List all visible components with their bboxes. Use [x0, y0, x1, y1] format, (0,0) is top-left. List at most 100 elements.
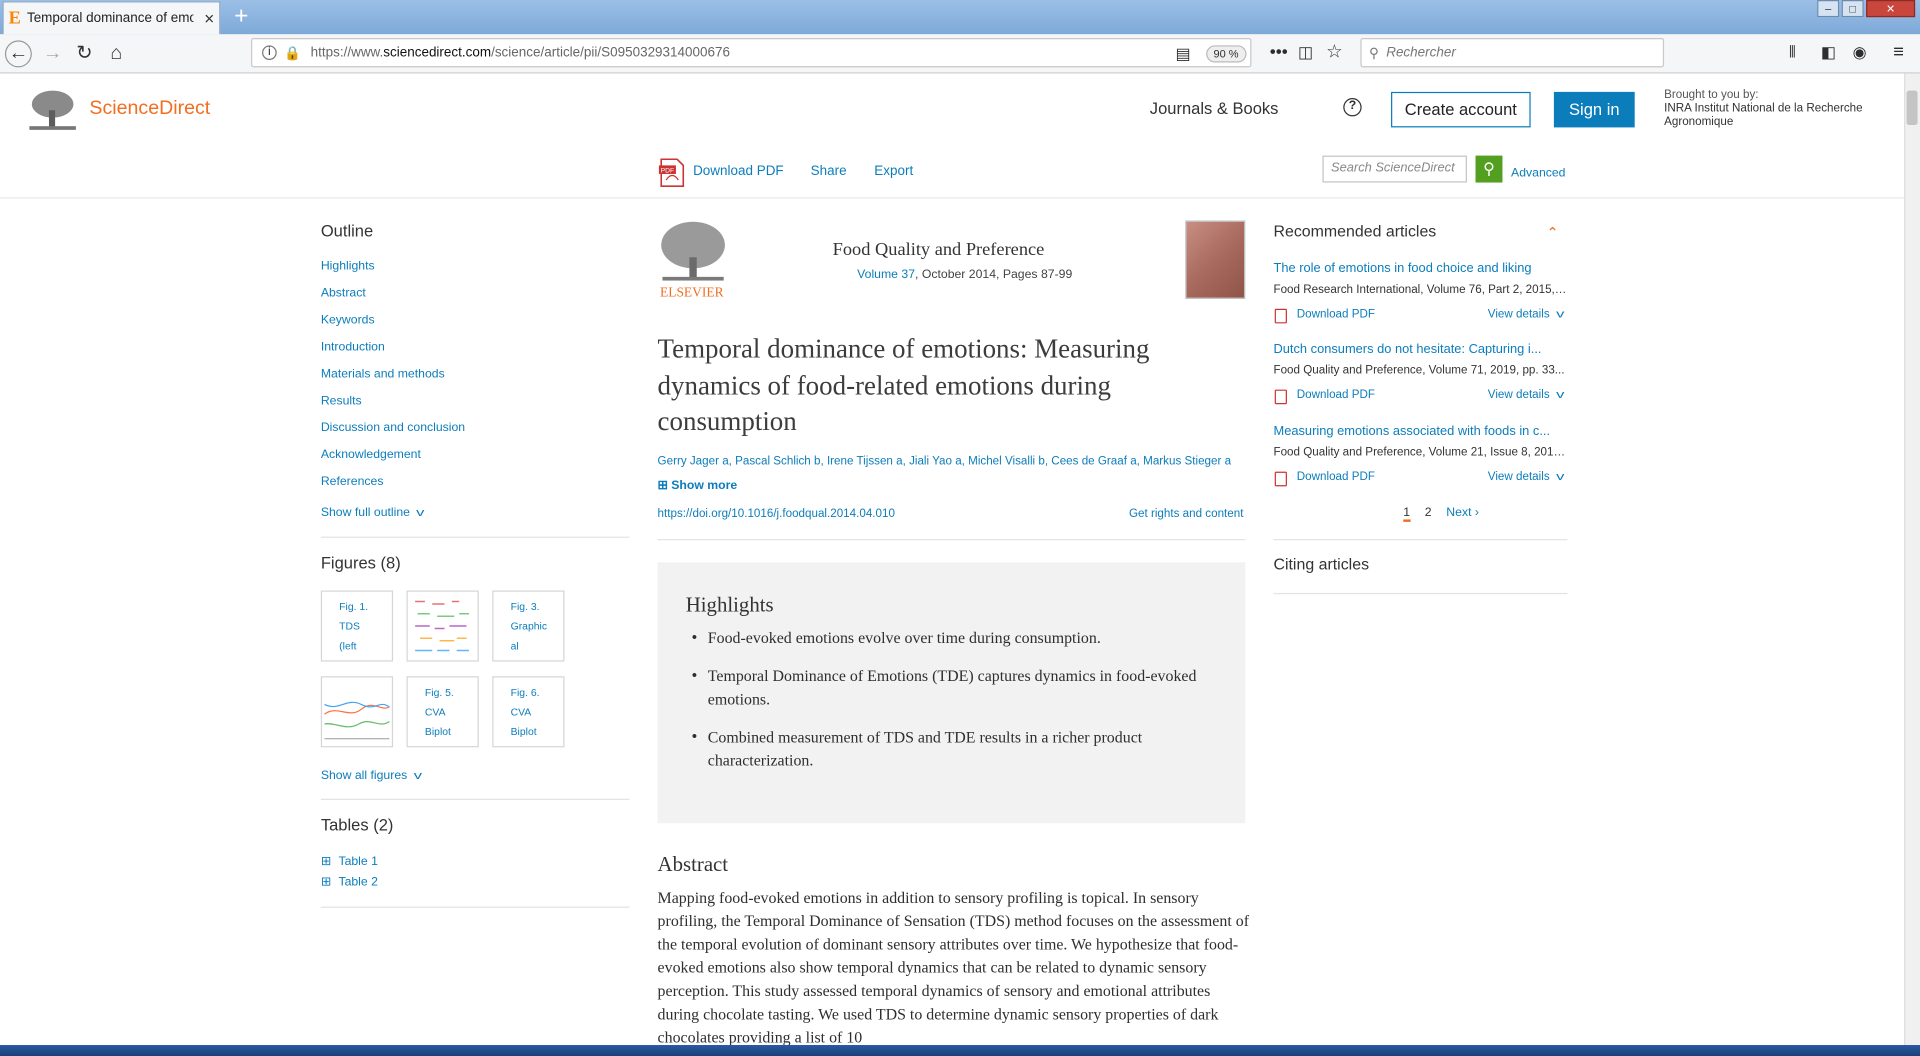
recommended-article-title[interactable]: Measuring emotions associated with foods…: [1273, 424, 1564, 439]
minimize-icon[interactable]: –: [1817, 0, 1840, 18]
next-page-link[interactable]: Next ›: [1446, 506, 1479, 522]
os-taskbar: [0, 1045, 1920, 1056]
export-link[interactable]: Export: [874, 164, 913, 179]
svg-text:PDF: PDF: [661, 168, 674, 175]
view-details-link[interactable]: View details v: [1488, 388, 1564, 401]
reload-icon[interactable]: ↻: [71, 40, 98, 67]
bookmark-star-icon[interactable]: ☆: [1326, 40, 1342, 63]
outline-item-references[interactable]: References: [321, 475, 384, 488]
outline-item-methods[interactable]: Materials and methods: [321, 368, 445, 381]
author-list[interactable]: Gerry Jager a, Pascal Schlich b, Irene T…: [658, 455, 1232, 468]
sciencedirect-brand[interactable]: ScienceDirect: [89, 98, 210, 120]
scrollbar-thumb[interactable]: [1906, 90, 1918, 125]
figure-4-preview: [324, 701, 390, 740]
pdf-icon: [1274, 389, 1287, 405]
citing-articles-heading[interactable]: Citing articles: [1273, 555, 1369, 573]
table-link-1[interactable]: ⊞ Table 1: [321, 855, 378, 868]
recommended-article-title[interactable]: The role of emotions in food choice and …: [1273, 261, 1564, 276]
outline-item-discussion[interactable]: Discussion and conclusion: [321, 421, 465, 434]
rights-link[interactable]: Get rights and content: [1129, 507, 1243, 520]
help-icon[interactable]: ?: [1343, 98, 1362, 117]
share-link[interactable]: Share: [811, 164, 847, 179]
recommended-download-pdf[interactable]: Download PDF: [1297, 388, 1375, 401]
volume-link[interactable]: Volume 37: [857, 268, 915, 281]
zoom-level[interactable]: 90 %: [1206, 45, 1246, 63]
create-account-button[interactable]: Create account: [1391, 91, 1531, 128]
figure-thumb-4[interactable]: [320, 676, 394, 748]
browser-tab[interactable]: E Temporal dominance of emoti ×: [2, 1, 221, 35]
sidebar-icon[interactable]: ◧: [1821, 43, 1836, 63]
bullet-icon: •: [691, 727, 697, 745]
pdf-icon[interactable]: PDF: [658, 158, 686, 188]
journals-books-link[interactable]: Journals & Books: [1150, 99, 1279, 117]
outline-item-acknowledgement[interactable]: Acknowledgement: [321, 448, 421, 461]
sign-in-button[interactable]: Sign in: [1553, 91, 1635, 128]
address-bar[interactable]: i 🔒 https://www.sciencedirect.com/scienc…: [251, 37, 1252, 68]
page-2[interactable]: 2: [1425, 506, 1432, 522]
pocket-icon[interactable]: ◫: [1298, 43, 1313, 63]
page-actions-icon[interactable]: •••: [1270, 42, 1288, 62]
chevron-right-icon: ›: [1474, 505, 1479, 520]
figure-thumb-1[interactable]: Fig. 1. TDS (left: [320, 590, 394, 662]
table-icon: ⊞: [320, 875, 332, 890]
divider: [1273, 592, 1568, 595]
recommended-article-title[interactable]: Dutch consumers do not hesitate: Capturi…: [1273, 342, 1564, 357]
forward-button[interactable]: →: [39, 40, 66, 67]
home-icon[interactable]: ⌂: [103, 40, 130, 67]
menu-icon[interactable]: ≡: [1893, 42, 1904, 63]
page-scrollbar[interactable]: [1904, 73, 1920, 1046]
journal-cover-image[interactable]: [1185, 220, 1246, 299]
page-1[interactable]: 1: [1403, 506, 1411, 522]
view-details-link[interactable]: View details v: [1488, 308, 1564, 321]
recommended-article-source: Food Quality and Preference, Volume 71, …: [1273, 363, 1565, 378]
recommended-heading: Recommended articles: [1273, 221, 1437, 241]
elsevier-tree-logo-icon[interactable]: [26, 88, 79, 133]
view-details-link[interactable]: View details v: [1488, 470, 1564, 483]
divider: [657, 539, 1246, 541]
account-icon[interactable]: ◉: [1853, 43, 1867, 63]
institution-name: INRA Institut National de la Recherche A…: [1664, 101, 1863, 129]
article-title: Temporal dominance of emotions: Measurin…: [657, 333, 1150, 437]
divider: [320, 906, 630, 908]
figure-thumb-2[interactable]: [406, 590, 479, 662]
journal-title-link[interactable]: Food Quality and Preference: [833, 240, 1045, 261]
bullet-icon: •: [691, 666, 697, 684]
highlight-item: Combined measurement of TDS and TDE resu…: [707, 727, 1143, 770]
divider: [320, 536, 630, 538]
search-button[interactable]: ⚲: [1475, 155, 1503, 183]
close-tab-icon[interactable]: ×: [204, 9, 214, 29]
show-all-figures-link[interactable]: Show all figures v: [321, 769, 422, 782]
reader-view-icon[interactable]: ▤: [1176, 44, 1191, 64]
pdf-icon: [1274, 471, 1287, 487]
figure-thumb-3[interactable]: Fig. 3. Graphic al: [492, 590, 565, 662]
table-link-2[interactable]: ⊞ Table 2: [321, 876, 378, 889]
recommended-download-pdf[interactable]: Download PDF: [1297, 470, 1375, 483]
library-icon[interactable]: ⫴: [1789, 43, 1796, 63]
chevron-up-icon[interactable]: ⌃: [1547, 224, 1559, 241]
figure-thumb-6[interactable]: Fig. 6. CVA Biplot: [492, 676, 565, 748]
abstract-heading: Abstract: [657, 852, 729, 876]
show-full-outline-link[interactable]: Show full outline v: [321, 506, 424, 519]
advanced-search-link[interactable]: Advanced: [1511, 167, 1565, 180]
info-icon[interactable]: i: [262, 45, 277, 61]
highlight-item: Food-evoked emotions evolve over time du…: [707, 628, 1101, 647]
elsevier-logo-icon[interactable]: ELSEVIER: [658, 221, 729, 299]
outline-item-abstract[interactable]: Abstract: [321, 287, 366, 300]
outline-item-keywords[interactable]: Keywords: [321, 314, 375, 327]
sciencedirect-search-input[interactable]: Search ScienceDirect: [1322, 155, 1467, 183]
maximize-icon[interactable]: □: [1841, 0, 1864, 18]
outline-item-results[interactable]: Results: [321, 394, 362, 407]
figure-thumb-5[interactable]: Fig. 5. CVA Biplot: [406, 676, 479, 748]
doi-link[interactable]: https://doi.org/10.1016/j.foodqual.2014.…: [658, 507, 895, 520]
svg-text:ELSEVIER: ELSEVIER: [660, 284, 724, 298]
new-tab-button[interactable]: +: [228, 2, 255, 29]
figure-2-preview: [415, 600, 469, 652]
download-pdf-link[interactable]: Download PDF: [693, 164, 784, 179]
outline-item-highlights[interactable]: Highlights: [321, 260, 375, 273]
close-window-icon[interactable]: ✕: [1866, 0, 1916, 18]
outline-item-introduction[interactable]: Introduction: [321, 341, 385, 354]
browser-search-input[interactable]: ⚲ Rechercher: [1360, 37, 1665, 68]
recommended-download-pdf[interactable]: Download PDF: [1297, 308, 1375, 321]
show-more-button[interactable]: ⊞ Show more: [658, 479, 738, 492]
back-button[interactable]: ←: [4, 40, 32, 68]
